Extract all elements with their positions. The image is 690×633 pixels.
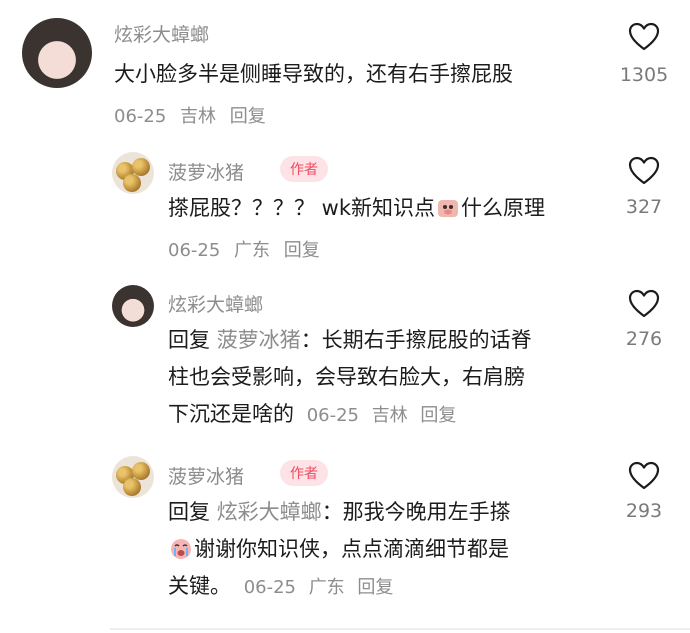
comment-date: 06-25 <box>306 405 359 426</box>
comment-text[interactable]: 回复 菠萝冰猪：长期右手擦屁股的话脊 柱也会受影响，会导致右脸大，右肩膀 下沉还… <box>168 322 608 434</box>
like-count: 293 <box>625 500 663 522</box>
comment-text[interactable]: 搽屁股？？？？ wk新知识点 什么原理 <box>168 190 545 227</box>
avatar[interactable] <box>112 456 154 498</box>
comment-date: 06-25 <box>243 577 296 598</box>
heart-icon[interactable] <box>628 156 660 186</box>
heart-icon[interactable] <box>628 22 660 52</box>
comment-text-part: 什么原理 <box>461 196 546 220</box>
comment-date: 06-25 <box>114 106 167 127</box>
heart-icon[interactable] <box>628 289 660 319</box>
avatar[interactable] <box>22 18 92 88</box>
comment-text-line: 下沉还是啥的 <box>168 402 294 426</box>
reply-button[interactable]: 回复 <box>284 240 320 261</box>
crying-face-emoji-icon <box>171 539 191 559</box>
mention[interactable]: 炫彩大蟑螂 <box>217 500 322 524</box>
comment-text-line: ：长期右手擦屁股的话脊 <box>300 328 532 352</box>
reply-prefix: 回复 <box>168 500 210 524</box>
comment-meta: 06-25 吉林 回复 <box>114 102 266 128</box>
comment-date: 06-25 <box>168 240 221 261</box>
heart-icon[interactable] <box>628 461 660 491</box>
avatar[interactable] <box>112 285 154 327</box>
like-count: 1305 <box>619 64 669 86</box>
username[interactable]: 菠萝冰猪 <box>168 158 244 185</box>
comment-text[interactable]: 大小脸多半是侧睡导致的，还有右手擦屁股 <box>114 56 513 93</box>
reply-button[interactable]: 回复 <box>420 405 456 426</box>
username[interactable]: 炫彩大蟑螂 <box>114 20 209 47</box>
comment-location: 吉林 <box>180 106 217 127</box>
comment-text[interactable]: 回复 炫彩大蟑螂：那我今晚用左手搽 谢谢你知识侠，点点滴滴细节都是 关键。 06… <box>168 494 608 606</box>
comment-1: 炫彩大蟑螂 大小脸多半是侧睡导致的，还有右手擦屁股 06-25 吉林 回复 13… <box>0 0 690 140</box>
pig-face-emoji-icon <box>438 200 459 217</box>
username[interactable]: 炫彩大蟑螂 <box>168 290 263 317</box>
comment-text-line: 关键。 <box>168 574 231 598</box>
author-badge: 作者 <box>280 460 328 486</box>
mention[interactable]: 菠萝冰猪 <box>217 328 301 352</box>
like-count: 327 <box>625 196 663 218</box>
divider <box>110 628 690 630</box>
comment-text-line: 谢谢你知识侠，点点滴滴细节都是 <box>194 537 509 561</box>
like-count: 276 <box>625 328 663 350</box>
comment-location: 广东 <box>308 577 345 598</box>
avatar[interactable] <box>112 152 154 194</box>
reply-prefix: 回复 <box>168 328 210 352</box>
comment-location: 广东 <box>234 240 271 261</box>
comment-text-part: 搽屁股？？？？ wk新知识点 <box>168 196 436 220</box>
comment-text-line: 柱也会受影响，会导致右脸大，右肩膀 <box>168 365 525 389</box>
reply-button[interactable]: 回复 <box>357 577 393 598</box>
comment-meta: 06-25 广东 回复 <box>168 236 320 262</box>
author-badge: 作者 <box>280 156 328 182</box>
comment-text-line: ：那我今晚用左手搽 <box>321 500 511 524</box>
reply-button[interactable]: 回复 <box>230 106 266 127</box>
username[interactable]: 菠萝冰猪 <box>168 462 244 489</box>
comment-location: 吉林 <box>371 405 408 426</box>
